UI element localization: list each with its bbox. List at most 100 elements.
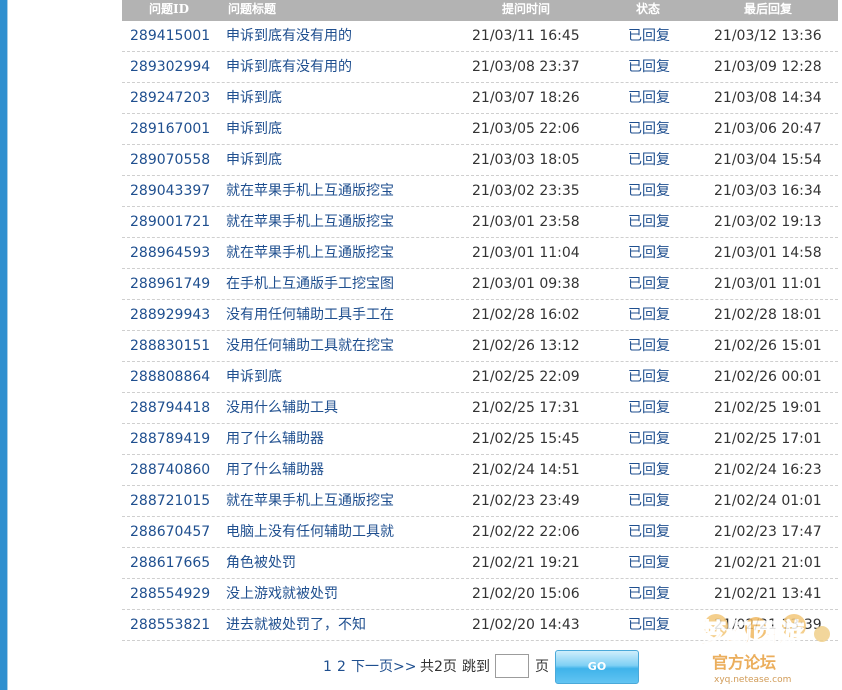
asked-time: 21/03/11 16:45 — [472, 28, 580, 44]
table-row: 288617665 角色被处罚 21/02/21 19:21 已回复 21/02… — [122, 548, 838, 579]
table-row: 289247203 申诉到底 21/03/07 18:26 已回复 21/03/… — [122, 83, 838, 114]
watermark-sub-text: 官方论坛 — [712, 653, 776, 672]
question-title-link[interactable]: 申诉到底 — [226, 83, 282, 114]
header-id: 问题ID — [149, 2, 190, 16]
status-text: 已回复 — [628, 245, 670, 261]
status-text: 已回复 — [628, 524, 670, 540]
question-id-link[interactable]: 288929943 — [130, 300, 210, 331]
asked-time: 21/03/01 09:38 — [472, 276, 580, 292]
question-title-link[interactable]: 没上游戏就被处罚 — [226, 579, 338, 610]
last-reply-time: 21/02/25 17:01 — [714, 431, 822, 447]
page-link-2[interactable]: 2 — [337, 650, 346, 684]
asked-time: 21/02/22 22:06 — [472, 524, 580, 540]
question-id-link[interactable]: 288794418 — [130, 393, 210, 424]
table-body: 289415001 申诉到底有没有用的 21/03/11 16:45 已回复 2… — [122, 21, 838, 641]
last-reply-time: 21/03/09 12:28 — [714, 59, 822, 75]
asked-time: 21/03/05 22:06 — [472, 121, 580, 137]
question-title-link[interactable]: 用了什么辅助器 — [226, 455, 324, 486]
asked-time: 21/02/25 17:31 — [472, 400, 580, 416]
question-id-link[interactable]: 289247203 — [130, 83, 210, 114]
table-row: 288740860 用了什么辅助器 21/02/24 14:51 已回复 21/… — [122, 455, 838, 486]
asked-time: 21/02/24 14:51 — [472, 462, 580, 478]
question-id-link[interactable]: 288830151 — [130, 331, 210, 362]
table-row: 289415001 申诉到底有没有用的 21/03/11 16:45 已回复 2… — [122, 21, 838, 52]
asked-time: 21/03/01 11:04 — [472, 245, 580, 261]
question-title-link[interactable]: 角色被处罚 — [226, 548, 296, 579]
asked-time: 21/02/21 19:21 — [472, 555, 580, 571]
question-title-link[interactable]: 没用任何辅助工具就在挖宝 — [226, 331, 394, 362]
header-time: 提问时间 — [502, 2, 551, 16]
question-id-link[interactable]: 288553821 — [130, 610, 210, 641]
question-id-link[interactable]: 289043397 — [130, 176, 210, 207]
table-row: 289167001 申诉到底 21/03/05 22:06 已回复 21/03/… — [122, 114, 838, 145]
question-title-link[interactable]: 申诉到底有没有用的 — [226, 21, 352, 52]
last-reply-time: 21/03/06 20:47 — [714, 121, 822, 137]
question-title-link[interactable]: 就在苹果手机上互通版挖宝 — [226, 176, 394, 207]
question-id-link[interactable]: 289070558 — [130, 145, 210, 176]
table-row: 289302994 申诉到底有没有用的 21/03/08 23:37 已回复 2… — [122, 52, 838, 83]
table-row: 288830151 没用任何辅助工具就在挖宝 21/02/26 13:12 已回… — [122, 331, 838, 362]
question-title-link[interactable]: 申诉到底有没有用的 — [226, 52, 352, 83]
table-row: 288964593 就在苹果手机上互通版挖宝 21/03/01 11:04 已回… — [122, 238, 838, 269]
question-title-link[interactable]: 电脑上没有任何辅助工具就 — [226, 517, 394, 548]
status-text: 已回复 — [628, 555, 670, 571]
status-text: 已回复 — [628, 369, 670, 385]
asked-time: 21/03/03 18:05 — [472, 152, 580, 168]
jump-label: 跳到 — [462, 659, 490, 675]
question-title-link[interactable]: 没用什么辅助工具 — [226, 393, 338, 424]
status-text: 已回复 — [628, 400, 670, 416]
table-row: 288794418 没用什么辅助工具 21/02/25 17:31 已回复 21… — [122, 393, 838, 424]
last-reply-time: 21/03/03 16:34 — [714, 183, 822, 199]
status-text: 已回复 — [628, 121, 670, 137]
last-reply-time: 21/03/01 14:58 — [714, 245, 822, 261]
next-page-link[interactable]: 下一页>> — [351, 650, 416, 684]
question-id-link[interactable]: 288961749 — [130, 269, 210, 300]
question-title-link[interactable]: 在手机上互通版手工挖宝图 — [226, 269, 394, 300]
asked-time: 21/02/26 13:12 — [472, 338, 580, 354]
watermark-url-text: xyq.netease.com — [714, 675, 791, 685]
asked-time: 21/02/23 23:49 — [472, 493, 580, 509]
last-reply-time: 21/02/25 19:01 — [714, 400, 822, 416]
question-title-link[interactable]: 就在苹果手机上互通版挖宝 — [226, 238, 394, 269]
table-row: 288670457 电脑上没有任何辅助工具就 21/02/22 22:06 已回… — [122, 517, 838, 548]
asked-time: 21/03/07 18:26 — [472, 90, 580, 106]
question-title-link[interactable]: 进去就被处罚了，不知 — [226, 610, 366, 641]
status-text: 已回复 — [628, 617, 670, 633]
last-reply-time: 21/02/21 21:01 — [714, 555, 822, 571]
status-text: 已回复 — [628, 28, 670, 44]
question-id-link[interactable]: 288554929 — [130, 579, 210, 610]
question-title-link[interactable]: 申诉到底 — [226, 145, 282, 176]
asked-time: 21/03/01 23:58 — [472, 214, 580, 230]
question-id-link[interactable]: 288789419 — [130, 424, 210, 455]
question-id-link[interactable]: 288740860 — [130, 455, 210, 486]
last-reply-time: 21/03/02 19:13 — [714, 214, 822, 230]
question-title-link[interactable]: 用了什么辅助器 — [226, 424, 324, 455]
question-id-link[interactable]: 289302994 — [130, 52, 210, 83]
question-id-link[interactable]: 288670457 — [130, 517, 210, 548]
page-jump-input[interactable] — [495, 654, 529, 678]
question-id-link[interactable]: 289415001 — [130, 21, 210, 52]
question-id-link[interactable]: 289001721 — [130, 207, 210, 238]
last-reply-time: 21/02/23 17:47 — [714, 524, 822, 540]
question-title-link[interactable]: 申诉到底 — [226, 362, 282, 393]
go-button[interactable]: GO — [555, 650, 639, 684]
status-text: 已回复 — [628, 152, 670, 168]
last-reply-time: 21/02/26 15:01 — [714, 338, 822, 354]
question-title-link[interactable]: 就在苹果手机上互通版挖宝 — [226, 486, 394, 517]
status-text: 已回复 — [628, 431, 670, 447]
forum-watermark-logo: 梦幻西游 官方论坛 xyq.netease.com — [700, 614, 830, 685]
left-sidebar-edge — [7, 0, 8, 690]
page-link-1[interactable]: 1 — [323, 650, 332, 684]
last-reply-time: 21/03/08 14:34 — [714, 90, 822, 106]
question-id-link[interactable]: 288808864 — [130, 362, 210, 393]
header-last-reply: 最后回复 — [744, 2, 793, 16]
total-pages: 共2页 — [420, 659, 457, 675]
question-id-link[interactable]: 288617665 — [130, 548, 210, 579]
question-id-link[interactable]: 288721015 — [130, 486, 210, 517]
question-id-link[interactable]: 288964593 — [130, 238, 210, 269]
question-id-link[interactable]: 289167001 — [130, 114, 210, 145]
question-title-link[interactable]: 申诉到底 — [226, 114, 282, 145]
question-title-link[interactable]: 就在苹果手机上互通版挖宝 — [226, 207, 394, 238]
question-title-link[interactable]: 没有用任何辅助工具手工在 — [226, 300, 394, 331]
asked-time: 21/03/08 23:37 — [472, 59, 580, 75]
